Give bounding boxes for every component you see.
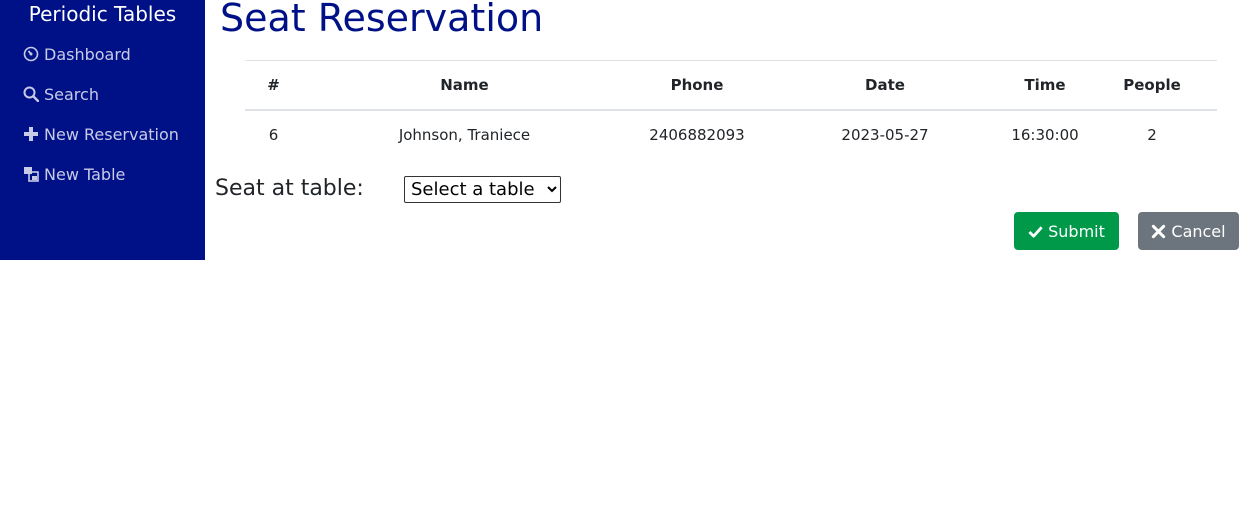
app-brand[interactable]: Periodic Tables <box>0 2 205 26</box>
cell-time: 16:30:00 <box>1011 126 1079 144</box>
cell-date: 2023-05-27 <box>841 126 929 144</box>
sidebar-item-new-table[interactable]: New Table <box>23 163 125 185</box>
plus-icon <box>24 127 38 141</box>
page-title: Seat Reservation <box>220 0 544 40</box>
check-icon <box>1028 225 1043 238</box>
seat-at-table-label: Seat at table: <box>215 176 364 201</box>
close-icon <box>1152 224 1166 238</box>
search-icon <box>23 86 39 102</box>
sidebar-item-label: Dashboard <box>44 44 131 64</box>
cell-people: 2 <box>1147 126 1157 144</box>
sidebar-item-label: New Table <box>44 164 126 184</box>
table-row: 6 Johnson, Traniece 2406882093 2023-05-2… <box>245 110 1217 159</box>
reservation-table: # Name Phone Date Time People 6 Johnson,… <box>245 60 1217 159</box>
column-header-time: Time <box>1003 60 1087 111</box>
sidebar: Periodic Tables Dashboard Search New Res… <box>0 0 205 260</box>
column-header-id: # <box>245 60 302 111</box>
sidebar-item-dashboard[interactable]: Dashboard <box>23 43 131 65</box>
dashboard-icon <box>23 46 39 62</box>
column-header-date: Date <box>767 60 1003 111</box>
column-header-phone: Phone <box>627 60 767 111</box>
cancel-button[interactable]: Cancel <box>1138 212 1239 250</box>
cell-phone: 2406882093 <box>649 126 745 144</box>
sidebar-item-label: New Reservation <box>44 124 179 144</box>
cell-name: Johnson, Traniece <box>398 126 531 144</box>
tables-icon <box>24 167 39 182</box>
sidebar-item-label: Search <box>44 84 99 104</box>
submit-button[interactable]: Submit <box>1014 212 1119 250</box>
column-header-people: People <box>1087 60 1217 111</box>
sidebar-item-new-reservation[interactable]: New Reservation <box>23 123 179 145</box>
column-header-name: Name <box>302 60 627 111</box>
cancel-label: Cancel <box>1171 221 1226 241</box>
cell-id: 6 <box>268 126 279 144</box>
sidebar-item-search[interactable]: Search <box>23 83 99 105</box>
table-select[interactable]: Select a table <box>404 176 561 203</box>
submit-label: Submit <box>1048 221 1105 241</box>
table-header-row: # Name Phone Date Time People <box>245 60 1217 111</box>
